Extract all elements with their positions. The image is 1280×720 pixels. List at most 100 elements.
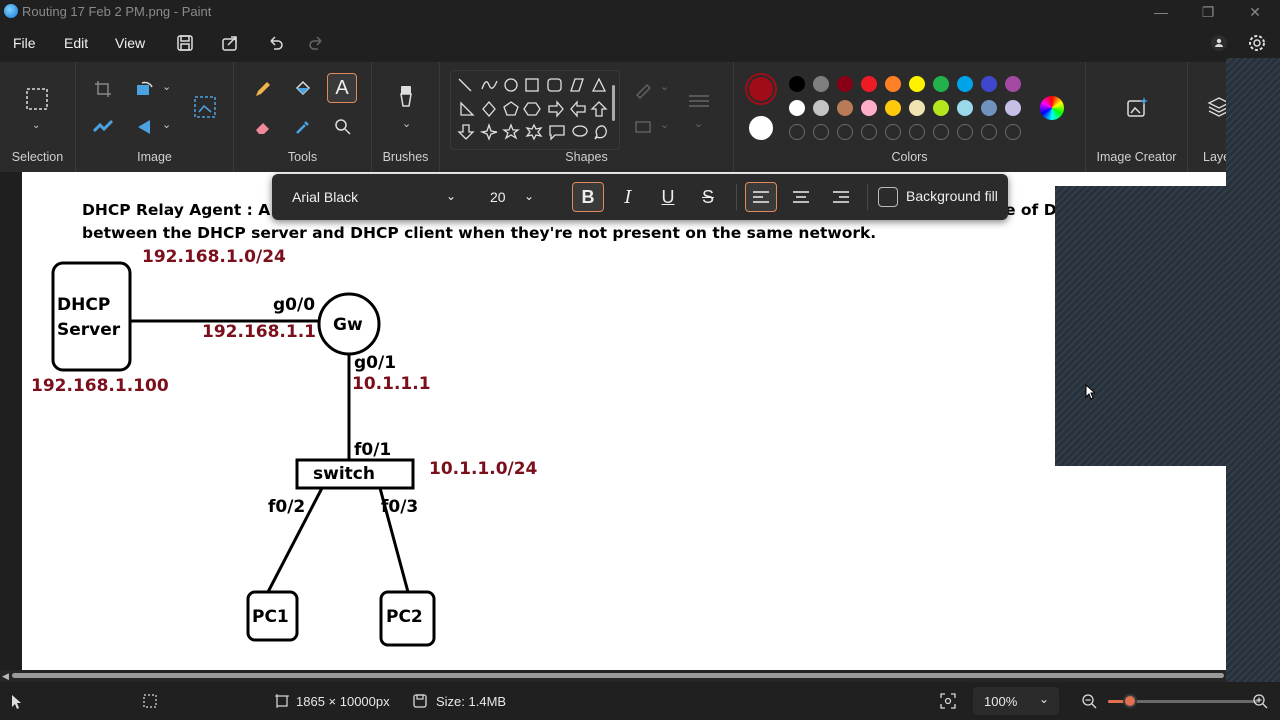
edit-colors-icon[interactable]: [1040, 96, 1064, 120]
image-background-icon[interactable]: [190, 92, 220, 122]
rectangle-select-icon[interactable]: [22, 84, 52, 114]
flip-icon[interactable]: [130, 112, 160, 142]
custom-color-slot[interactable]: [789, 124, 805, 140]
color-swatch[interactable]: [957, 100, 973, 116]
toolbar-divider: [736, 184, 737, 210]
zoom-slider-thumb[interactable]: [1123, 694, 1137, 708]
color-swatch[interactable]: [981, 76, 997, 92]
zoom-select[interactable]: 100% ⌄: [973, 687, 1059, 715]
font-family-select[interactable]: Arial Black ⌄: [280, 183, 468, 211]
color-swatch[interactable]: [837, 76, 853, 92]
eraser-icon[interactable]: [248, 112, 278, 142]
selection-chevron-down-icon[interactable]: ⌄: [32, 120, 40, 131]
custom-color-slot[interactable]: [813, 124, 829, 140]
color-swatch[interactable]: [933, 100, 949, 116]
rotate-chevron-down-icon[interactable]: ⌄: [162, 80, 171, 93]
fit-to-window-icon[interactable]: [940, 693, 956, 712]
shapes-gallery[interactable]: [450, 70, 620, 150]
color-swatch[interactable]: [909, 76, 925, 92]
color-swatch[interactable]: [861, 76, 877, 92]
line-weight-chevron-down-icon[interactable]: ⌄: [694, 117, 703, 130]
color-swatch[interactable]: [933, 76, 949, 92]
resize-icon[interactable]: [88, 112, 118, 142]
underline-button[interactable]: U: [652, 182, 684, 212]
zoom-out-icon[interactable]: [1081, 693, 1097, 712]
color-swatch[interactable]: [909, 100, 925, 116]
color-swatch[interactable]: [957, 76, 973, 92]
background-fill-label: Background fill: [906, 188, 998, 204]
pencil-icon[interactable]: [248, 74, 278, 104]
fill-icon[interactable]: [628, 112, 658, 142]
zoom-in-icon[interactable]: [1252, 693, 1268, 712]
share-icon[interactable]: [219, 32, 241, 54]
line-weight-icon[interactable]: [684, 86, 714, 116]
text-tool-icon[interactable]: A: [327, 73, 357, 103]
save-icon[interactable]: [174, 32, 196, 54]
settings-gear-icon[interactable]: [1246, 32, 1268, 54]
zoom-chevron-down-icon: ⌄: [1039, 692, 1050, 706]
close-button[interactable]: ✕: [1232, 2, 1278, 22]
color-swatch[interactable]: [789, 100, 805, 116]
shapes-scroll-thumb[interactable]: [612, 85, 615, 121]
align-right-button[interactable]: [825, 182, 857, 212]
custom-color-slot[interactable]: [981, 124, 997, 140]
color-swatch[interactable]: [885, 100, 901, 116]
color-swatch[interactable]: [813, 100, 829, 116]
custom-color-slot[interactable]: [885, 124, 901, 140]
font-size-select[interactable]: 20 ⌄: [478, 183, 544, 211]
menu-edit[interactable]: Edit: [64, 35, 88, 51]
image-creator-group: Image Creator: [1086, 62, 1188, 172]
magnifier-icon[interactable]: [328, 112, 358, 142]
color-swatch[interactable]: [837, 100, 853, 116]
canvas[interactable]: DHCP Relay Agent : A between the DHCP se…: [22, 172, 1226, 670]
pasted-image-region[interactable]: [1055, 186, 1226, 466]
scroll-left-icon[interactable]: ◀: [2, 671, 9, 682]
italic-button[interactable]: I: [612, 182, 644, 212]
menu-view[interactable]: View: [115, 35, 145, 51]
color-swatch[interactable]: [861, 100, 877, 116]
secondary-color-swatch[interactable]: [749, 116, 773, 140]
color-swatch[interactable]: [1005, 100, 1021, 116]
menu-file[interactable]: File: [13, 35, 36, 51]
primary-color-swatch[interactable]: [745, 73, 777, 105]
background-fill-checkbox[interactable]: [878, 187, 898, 207]
fill-chevron-down-icon[interactable]: ⌄: [660, 118, 669, 131]
image-creator-icon[interactable]: [1122, 92, 1152, 122]
custom-color-slot[interactable]: [957, 124, 973, 140]
brush-icon[interactable]: [391, 82, 421, 112]
color-swatch[interactable]: [813, 76, 829, 92]
rotate-icon[interactable]: [130, 74, 160, 104]
color-swatch[interactable]: [981, 100, 997, 116]
pc1-label: PC1: [252, 607, 289, 627]
custom-color-slot[interactable]: [861, 124, 877, 140]
color-picker-icon[interactable]: [288, 112, 318, 142]
custom-color-slot[interactable]: [1005, 124, 1021, 140]
colors-group-label: Colors: [891, 150, 928, 164]
align-center-button[interactable]: [785, 182, 817, 212]
horizontal-scrollbar[interactable]: ◀: [0, 670, 1226, 682]
outline-icon[interactable]: [628, 74, 658, 104]
color-swatch[interactable]: [1005, 76, 1021, 92]
bold-button[interactable]: B: [572, 182, 604, 212]
fill-bucket-icon[interactable]: [288, 74, 318, 104]
redo-icon[interactable]: [305, 32, 327, 54]
maximize-button[interactable]: ❐: [1185, 2, 1231, 22]
horizontal-scroll-thumb[interactable]: [12, 673, 1224, 678]
selection-group: ⌄ Selection: [0, 62, 76, 172]
custom-color-slot[interactable]: [909, 124, 925, 140]
crop-icon[interactable]: [88, 74, 118, 104]
custom-color-slot[interactable]: [933, 124, 949, 140]
f0-2-label: f0/2: [268, 497, 306, 517]
undo-icon[interactable]: [265, 32, 287, 54]
custom-color-slot[interactable]: [837, 124, 853, 140]
brushes-chevron-down-icon[interactable]: ⌄: [402, 117, 411, 130]
color-swatch[interactable]: [789, 76, 805, 92]
flip-chevron-down-icon[interactable]: ⌄: [162, 118, 171, 131]
outline-chevron-down-icon[interactable]: ⌄: [660, 80, 669, 93]
minimize-button[interactable]: —: [1138, 2, 1184, 22]
strikethrough-button[interactable]: S: [692, 182, 724, 212]
color-swatch[interactable]: [885, 76, 901, 92]
align-left-button[interactable]: [745, 182, 777, 212]
account-icon[interactable]: [1209, 33, 1229, 53]
canvas-size-icon: [275, 694, 289, 711]
